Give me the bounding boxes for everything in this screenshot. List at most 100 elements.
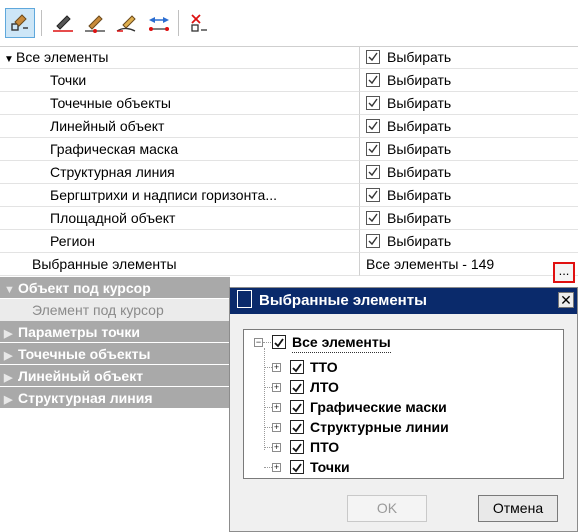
empty-grid-area [0,409,230,532]
tree-item[interactable]: ЛТО [310,377,339,397]
edit-line-icon [53,15,73,32]
row-value: Выбирать [387,49,452,65]
grid-row[interactable]: Площадной объект Выбирать [0,207,578,230]
checkbox[interactable] [366,211,380,226]
row-value: Выбирать [387,72,452,88]
move-points-button[interactable] [144,8,174,38]
grid-row-all-elements[interactable]: ▼ Все элементы Выбирать [0,46,578,69]
tree-checkbox[interactable] [290,400,304,414]
tree-item[interactable]: Точки [310,457,350,477]
ellipsis-button[interactable]: ... [553,262,575,283]
row-label: Площадной объект [50,210,176,226]
row-value: Выбирать [387,164,452,180]
row-value: Все элементы - 149 [366,256,495,272]
tree-item[interactable]: ТТО [310,357,338,377]
row-label: Бергштрихи и надписи горизонта... [50,187,278,203]
row-label: Линейный объект [50,118,165,134]
category-label: Линейный объект [18,368,144,384]
expand-icon[interactable]: + [272,423,281,432]
checkbox[interactable] [366,119,380,134]
category-linear-object[interactable]: ▶ Линейный объект [0,365,230,387]
row-value: Выбирать [387,233,452,249]
checkbox[interactable] [366,142,380,157]
edit-curve-icon [116,15,136,32]
window-icon [237,290,252,309]
grid-row[interactable]: Регион Выбирать [0,230,578,253]
dialog-title-bar: Выбранные элементы ✕ [230,288,577,314]
clear-selection-icon [191,14,207,32]
grid-row[interactable]: Структурная линия Выбирать [0,161,578,184]
tree-checkbox[interactable] [290,380,304,394]
chevron-right-icon: ▶ [4,372,13,384]
checkbox[interactable] [366,50,380,65]
close-button[interactable]: ✕ [558,292,574,308]
chevron-down-icon[interactable]: ▼ [4,49,16,68]
row-label: Регион [50,233,95,249]
cancel-button[interactable]: Отмена [478,495,558,522]
grid-row-disabled: Элемент под курсор [0,299,230,321]
chevron-down-icon: ▼ [4,284,15,296]
row-value: Выбирать [387,141,452,157]
row-label: Точечные объекты [50,95,171,111]
row-value: Выбирать [387,95,452,111]
row-label: Структурная линия [50,164,175,180]
grid-row[interactable]: Точки Выбирать [0,69,578,92]
category-point-objects[interactable]: ▶ Точечные объекты [0,343,230,365]
select-tool-button[interactable] [5,8,35,38]
category-object-under-cursor[interactable]: ▼ Объект под курсор [0,277,230,299]
row-value: Выбирать [387,118,452,134]
grid-row[interactable]: Графическая маска Выбирать [0,138,578,161]
tree-connector [264,348,265,450]
tree-item[interactable]: ПТО [310,437,339,457]
chevron-right-icon: ▶ [4,350,13,362]
grid-row[interactable]: Бергштрихи и надписи горизонта... Выбира… [0,184,578,207]
edit-point-icon [85,15,105,33]
toolbar-separator [41,10,42,36]
checkbox[interactable] [366,96,380,111]
dialog-title: Выбранные элементы [259,292,427,309]
tree-root-label[interactable]: Все элементы [292,332,391,353]
expand-icon[interactable]: + [272,363,281,372]
selected-elements-dialog: Выбранные элементы ✕ − Все элементы + ТТ… [229,287,578,532]
grid-row[interactable]: Линейный объект Выбирать [0,115,578,138]
tree-item[interactable]: Структурные линии [310,417,449,437]
toolbar-separator [178,10,179,36]
row-label: Точки [50,72,87,88]
row-label: Элемент под курсор [32,302,164,318]
expand-icon[interactable]: + [272,443,281,452]
select-icon [11,14,28,31]
category-structural-line[interactable]: ▶ Структурная линия [0,387,230,409]
checkbox[interactable] [366,73,380,88]
row-value: Выбирать [387,187,452,203]
tree-checkbox[interactable] [290,440,304,454]
category-label: Объект под курсор [18,280,151,296]
grid-row-selected-elements[interactable]: Выбранные элементы Все элементы - 149 [0,253,578,276]
checkbox[interactable] [366,188,380,203]
toolbar [0,0,578,47]
tree-checkbox[interactable] [290,360,304,374]
tree-checkbox[interactable] [290,460,304,474]
checkbox[interactable] [366,165,380,180]
tree-item[interactable]: Графические маски [310,397,447,417]
expand-icon[interactable]: + [272,463,281,472]
row-label: Выбранные элементы [32,256,177,272]
ok-button[interactable]: OK [347,495,427,522]
row-label: Все элементы [16,49,109,65]
edit-point-button[interactable] [80,8,110,38]
edit-curve-button[interactable] [112,8,142,38]
chevron-right-icon: ▶ [4,328,13,340]
category-label: Точечные объекты [18,346,151,362]
tree-checkbox[interactable] [272,335,286,349]
clear-selection-button[interactable] [184,8,214,38]
expand-icon[interactable]: + [272,383,281,392]
category-point-params[interactable]: ▶ Параметры точки [0,321,230,343]
edit-line-button[interactable] [48,8,78,38]
row-value: Выбирать [387,210,452,226]
category-label: Структурная линия [18,390,153,406]
collapse-icon[interactable]: − [254,338,263,347]
expand-icon[interactable]: + [272,403,281,412]
grid-row[interactable]: Точечные объекты Выбирать [0,92,578,115]
chevron-right-icon: ▶ [4,394,13,406]
tree-checkbox[interactable] [290,420,304,434]
checkbox[interactable] [366,234,380,249]
